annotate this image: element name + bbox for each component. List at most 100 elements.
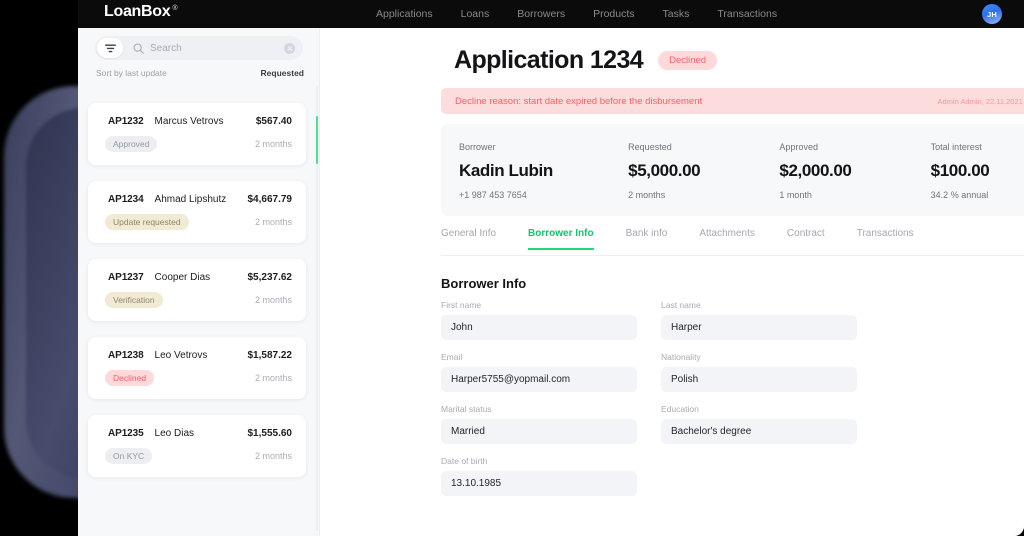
- application-borrower-name: Leo Vetrovs: [154, 350, 208, 361]
- field-input[interactable]: [441, 367, 637, 392]
- nav-link-tasks[interactable]: Tasks: [663, 8, 690, 20]
- decline-reason-text: Decline reason: start date expired befor…: [455, 95, 703, 107]
- top-navigation-bar: LoanBox ® Applications Loans Borrowers Produ…: [78, 0, 1024, 28]
- sort-label[interactable]: Sort by last update: [96, 68, 167, 78]
- summary-column-borrower: Borrower Kadin Lubin +1 987 453 7654: [459, 124, 628, 216]
- filter-button[interactable]: [97, 38, 123, 58]
- application-list-item[interactable]: AP1237 Cooper Dias $5,237.62 Verification 2 …: [88, 259, 306, 321]
- summary-value: $2,000.00: [779, 161, 852, 180]
- application-amount: $567.40: [255, 116, 292, 127]
- field-education: Education: [661, 404, 857, 444]
- application-id: AP1237: [108, 272, 144, 283]
- application-status-badge: Approved: [105, 136, 158, 152]
- summary-label: Total interest: [930, 142, 982, 152]
- application-list-item[interactable]: AP1234 Ahmad Lipshutz $4,667.79 Update requ…: [88, 181, 306, 243]
- sidebar: Search Sort by last update Requested AP1…: [78, 28, 320, 536]
- field-label: Last name: [661, 300, 701, 310]
- application-card-bottom: Declined 2 months: [105, 370, 292, 386]
- application-borrower-name: Cooper Dias: [154, 272, 211, 283]
- application-id: AP1232: [108, 116, 144, 127]
- decline-reason-banner: Decline reason: start date expired befor…: [441, 88, 1024, 114]
- tab-general-info[interactable]: General Info: [441, 228, 496, 248]
- status-badge: Declined: [658, 51, 718, 70]
- application-list-item[interactable]: AP1232 Marcus Vetrovs $567.40 Approved 2 mon…: [88, 103, 306, 165]
- search-bar: Search: [95, 36, 303, 60]
- application-card-top: AP1237 Cooper Dias $5,237.62: [108, 272, 292, 283]
- field-input[interactable]: [661, 315, 857, 340]
- application-list-item[interactable]: AP1235 Leo Dias $1,555.60 On KYC 2 months: [88, 415, 306, 477]
- application-status-badge: Declined: [105, 370, 155, 386]
- nav-link-transactions[interactable]: Transactions: [717, 8, 777, 20]
- tabs: General Info Borrower Info Bank info Attach…: [441, 228, 1024, 256]
- nav-link-loans[interactable]: Loans: [461, 8, 490, 20]
- decline-reason-meta: Admin Admin, 22.11.2021 12:23 PM: [937, 96, 1024, 106]
- brand-logo[interactable]: LoanBox ®: [104, 3, 178, 21]
- summary-value: Kadin Lubin: [459, 161, 553, 180]
- brand-name: LoanBox: [104, 3, 171, 20]
- filter-icon: [104, 44, 116, 52]
- app-window: LoanBox ® Applications Loans Borrowers Produ…: [78, 0, 1024, 536]
- sort-row: Sort by last update Requested: [96, 68, 304, 78]
- summary-column-approved: Approved $2,000.00 1 month: [779, 124, 930, 216]
- nav-link-applications[interactable]: Applications: [376, 8, 433, 20]
- summary-card: Borrower Kadin Lubin +1 987 453 7654 Reques…: [441, 124, 1024, 216]
- application-age: 2 months: [254, 373, 292, 383]
- search-icon: [133, 42, 144, 54]
- application-id: AP1238: [108, 350, 144, 361]
- borrower-info-form: First name Last name Email Nationality Marit…: [441, 300, 1001, 496]
- sort-value[interactable]: Requested: [261, 68, 304, 78]
- scrollbar-thumb[interactable]: [315, 116, 318, 164]
- summary-label: Borrower: [459, 142, 496, 152]
- field-label: First name: [441, 300, 482, 310]
- nav-link-products[interactable]: Products: [593, 8, 634, 20]
- tab-borrower-info[interactable]: Borrower Info: [528, 228, 594, 250]
- summary-sub: +1 987 453 7654: [459, 190, 527, 200]
- field-label: Marital status: [441, 404, 492, 414]
- application-card-bottom: Approved 2 months: [105, 136, 292, 152]
- summary-sub: 2 months: [628, 190, 666, 200]
- application-age: 2 months: [254, 451, 292, 461]
- page-title: Application 1234: [454, 46, 644, 74]
- field-last-name: Last name: [661, 300, 857, 340]
- application-id: AP1235: [108, 428, 144, 439]
- nav-link-borrowers[interactable]: Borrowers: [517, 8, 565, 20]
- applications-list: AP1232 Marcus Vetrovs $567.40 Approved 2 mon…: [78, 85, 320, 536]
- application-status-badge: Update requested: [105, 214, 189, 230]
- clear-search-icon[interactable]: [284, 43, 295, 54]
- summary-column-total-interest: Total interest $100.00 34.2 % annual: [931, 124, 1024, 216]
- application-id: AP1234: [108, 194, 144, 205]
- tab-attachments[interactable]: Attachments: [699, 228, 755, 248]
- summary-label: Requested: [628, 142, 672, 152]
- application-card-bottom: Update requested 2 months: [105, 214, 292, 230]
- application-amount: $4,667.79: [247, 194, 293, 205]
- field-input[interactable]: [441, 471, 637, 496]
- field-input[interactable]: [441, 315, 637, 340]
- application-card-bottom: Verification 2 months: [105, 292, 292, 308]
- application-age: 2 months: [254, 295, 292, 305]
- summary-label: Approved: [779, 142, 818, 152]
- field-input[interactable]: [661, 419, 857, 444]
- tab-contract[interactable]: Contract: [787, 228, 825, 248]
- application-card-top: AP1235 Leo Dias $1,555.60: [108, 428, 292, 439]
- application-amount: $1,587.22: [247, 350, 293, 361]
- application-status-badge: On KYC: [105, 448, 153, 464]
- summary-column-requested: Requested $5,000.00 2 months: [628, 124, 779, 216]
- application-amount: $1,555.60: [247, 428, 293, 439]
- section-title: Borrower Info: [441, 276, 527, 291]
- field-label: Nationality: [661, 352, 701, 362]
- field-input[interactable]: [661, 367, 857, 392]
- avatar[interactable]: JH: [982, 4, 1002, 24]
- summary-sub: 1 month: [779, 190, 812, 200]
- search-input[interactable]: Search: [150, 43, 182, 54]
- main-content: Application 1234 Declined Decline reason…: [320, 28, 1024, 536]
- tab-bank-info[interactable]: Bank info: [626, 228, 668, 248]
- application-status-badge: Verification: [105, 292, 163, 308]
- application-card-top: AP1238 Leo Vetrovs $1,587.22: [108, 350, 292, 361]
- application-card-bottom: On KYC 2 months: [105, 448, 292, 464]
- application-list-item[interactable]: AP1238 Leo Vetrovs $1,587.22 Declined 2 mont…: [88, 337, 306, 399]
- application-card-top: AP1234 Ahmad Lipshutz $4,667.79: [108, 194, 292, 205]
- field-input[interactable]: [441, 419, 637, 444]
- summary-sub: 34.2 % annual: [930, 190, 989, 200]
- tab-transactions[interactable]: Transactions: [857, 228, 914, 248]
- application-age: 2 months: [254, 217, 292, 227]
